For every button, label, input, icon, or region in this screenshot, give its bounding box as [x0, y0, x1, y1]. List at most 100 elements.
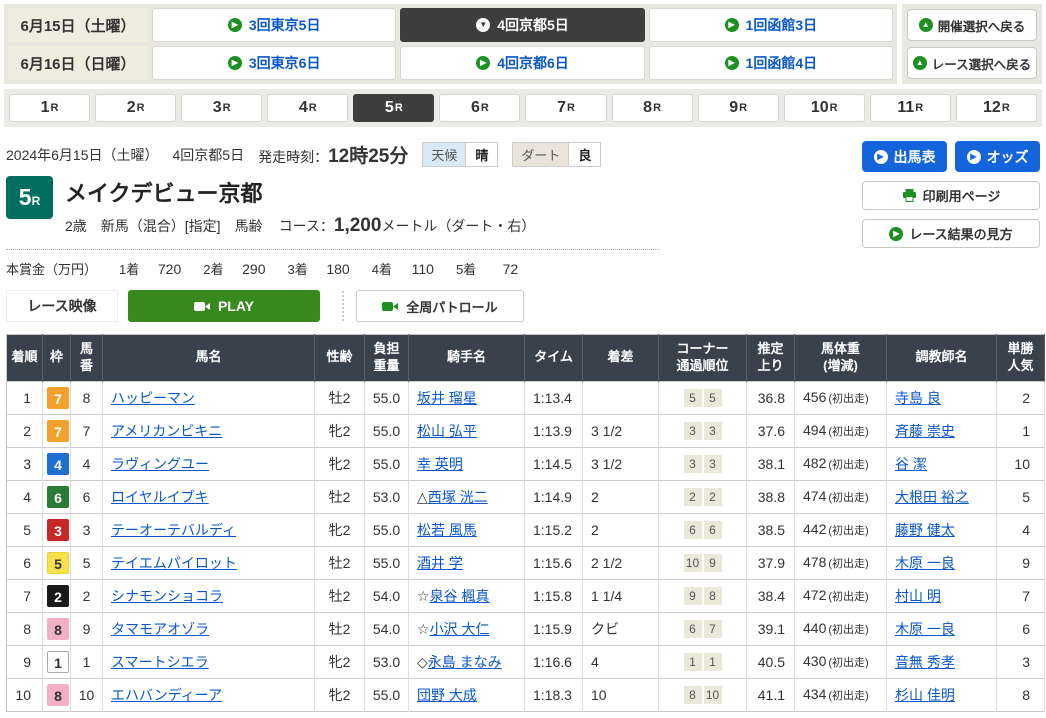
jockey-name: ☆小沢 大仁	[409, 612, 525, 645]
trainer-link[interactable]: 木原 一良	[895, 555, 955, 571]
horse-link[interactable]: エハバンディーア	[111, 687, 222, 703]
frame-number: 3	[43, 513, 71, 546]
body-weight-note: (初出走)	[828, 591, 868, 603]
horse-link[interactable]: タマモアオゾラ	[111, 621, 209, 637]
last-3f-time: 37.6	[747, 414, 795, 447]
trainer-link[interactable]: 谷 潔	[895, 456, 927, 472]
horse-link[interactable]: ハッピーマン	[111, 390, 195, 406]
jockey-link[interactable]: 永島 まなみ	[428, 654, 502, 670]
horse-link[interactable]: テイエムパイロット	[111, 555, 237, 571]
jockey-link[interactable]: 坂井 瑠星	[417, 390, 477, 406]
trainer-link[interactable]: 藤野 健太	[895, 522, 955, 538]
horse-link[interactable]: スマートシエラ	[111, 654, 209, 670]
trainer-link[interactable]: 杉山 佳明	[895, 687, 955, 703]
jockey-link[interactable]: 松山 弘平	[417, 423, 477, 439]
race-tab-2r[interactable]: 2R	[95, 94, 176, 122]
carried-weight: 53.0	[365, 480, 409, 513]
meeting-button-kyoto6[interactable]: ▶4回京都6日	[400, 46, 644, 80]
horse-link[interactable]: ロイヤルイブキ	[111, 489, 209, 505]
column-header: 着順	[7, 335, 43, 382]
corner-positions: 33	[659, 447, 747, 480]
apprentice-mark: ☆	[417, 621, 430, 637]
back-to-meeting-select-button[interactable]: ▲開催選択へ戻る	[907, 9, 1037, 41]
divider	[342, 291, 344, 321]
result-guide-button[interactable]: ▶レース結果の見方	[862, 219, 1040, 248]
jockey-name: 酒井 学	[409, 546, 525, 579]
race-tab-4r[interactable]: 4R	[267, 94, 348, 122]
body-weight-note: (初出走)	[828, 459, 868, 471]
race-tab-8r[interactable]: 8R	[612, 94, 693, 122]
start-time-group: 発走時刻：12時25分	[258, 141, 408, 168]
finish-time: 1:15.2	[525, 513, 583, 546]
carried-weight: 55.0	[365, 546, 409, 579]
trainer-name: 杉山 佳明	[887, 678, 997, 711]
horse-name: ロイヤルイブキ	[103, 480, 315, 513]
course-info: コース：1,200メートル（ダート・右）	[279, 215, 536, 237]
meeting-button-tokyo6[interactable]: ▶3回東京6日	[152, 46, 396, 80]
race-tab-11r[interactable]: 11R	[870, 94, 951, 122]
horse-link[interactable]: ラヴィングユー	[111, 456, 209, 472]
horse-name: ハッピーマン	[103, 381, 315, 414]
horse-link[interactable]: アメリカンビキニ	[111, 423, 222, 439]
corner-position: 5	[684, 389, 702, 407]
race-tab-5r[interactable]: 5R	[353, 94, 434, 122]
horse-number: 8	[71, 381, 103, 414]
print-page-button[interactable]: 印刷用ページ	[862, 181, 1040, 210]
frame-number: 1	[43, 645, 71, 678]
jockey-link[interactable]: 団野 大成	[417, 687, 477, 703]
trainer-link[interactable]: 寺島 良	[895, 390, 941, 406]
column-header: コーナー 通過順位	[659, 335, 747, 382]
back-navigation-panel: ▲開催選択へ戻る ▲レース選択へ戻る	[902, 4, 1042, 84]
top-navigation: 6月15日（土曜） ▶3回東京5日 ▼4回京都5日 ▶1回函館3日 6月16日（…	[0, 0, 1046, 84]
win-popularity: 2	[997, 381, 1045, 414]
meeting-button-hakodate4[interactable]: ▶1回函館4日	[649, 46, 893, 80]
jockey-link[interactable]: 西塚 洸二	[428, 489, 488, 505]
date-label: 6月16日（日曜）	[20, 53, 135, 74]
race-title-block: メイクデビュー京都 2歳 新馬（混合）[指定] 馬齢 コース：1,200メートル…	[65, 176, 535, 237]
race-tab-3r[interactable]: 3R	[181, 94, 262, 122]
prize-item: 1着720	[119, 259, 181, 278]
horse-link[interactable]: テーオーテバルディ	[111, 522, 236, 538]
table-row: 178ハッピーマン牡255.0坂井 瑠星1:13.45536.8456(初出走)…	[7, 381, 1045, 414]
trainer-link[interactable]: 斉藤 崇史	[895, 423, 955, 439]
trainer-name: 木原 一良	[887, 546, 997, 579]
horse-name: アメリカンビキニ	[103, 414, 315, 447]
finish-position: 9	[7, 645, 43, 678]
race-tab-9r[interactable]: 9R	[698, 94, 779, 122]
odds-button[interactable]: ▶オッズ	[955, 141, 1040, 172]
corner-positions: 11	[659, 645, 747, 678]
column-header: 騎手名	[409, 335, 525, 382]
jockey-link[interactable]: 小沢 大仁	[430, 621, 490, 637]
prize-item: 3着180	[287, 259, 349, 278]
column-header: タイム	[525, 335, 583, 382]
race-tab-12r[interactable]: 12R	[956, 94, 1037, 122]
race-tab-7r[interactable]: 7R	[525, 94, 606, 122]
meeting-button-hakodate3[interactable]: ▶1回函館3日	[649, 8, 893, 42]
play-button[interactable]: PLAY	[128, 290, 320, 322]
race-tab-10r[interactable]: 10R	[784, 94, 865, 122]
corner-position: 7	[704, 620, 722, 638]
meeting-button-kyoto5-selected[interactable]: ▼4回京都5日	[400, 8, 644, 42]
patrol-video-button[interactable]: 全周パトロール	[356, 290, 524, 322]
last-3f-time: 39.1	[747, 612, 795, 645]
trainer-link[interactable]: 大根田 裕之	[895, 489, 969, 505]
corner-positions: 33	[659, 414, 747, 447]
frame-badge: 6	[47, 486, 69, 508]
trainer-link[interactable]: 音無 秀孝	[895, 654, 955, 670]
win-popularity: 3	[997, 645, 1045, 678]
race-tab-1r[interactable]: 1R	[9, 94, 90, 122]
trainer-link[interactable]: 村山 明	[895, 588, 941, 604]
entries-button[interactable]: ▶出馬表	[862, 141, 947, 172]
win-popularity: 1	[997, 414, 1045, 447]
jockey-link[interactable]: 酒井 学	[417, 555, 463, 571]
column-header: 馬体重 (増減)	[795, 335, 887, 382]
trainer-link[interactable]: 木原 一良	[895, 621, 955, 637]
back-to-race-select-button[interactable]: ▲レース選択へ戻る	[907, 47, 1037, 79]
meeting-button-tokyo5[interactable]: ▶3回東京5日	[152, 8, 396, 42]
jockey-link[interactable]: 泉谷 楓真	[430, 588, 490, 604]
frame-number: 4	[43, 447, 71, 480]
race-tab-6r[interactable]: 6R	[439, 94, 520, 122]
horse-link[interactable]: シナモンショコラ	[111, 588, 223, 604]
jockey-link[interactable]: 幸 英明	[417, 456, 463, 472]
jockey-link[interactable]: 松若 風馬	[417, 522, 477, 538]
